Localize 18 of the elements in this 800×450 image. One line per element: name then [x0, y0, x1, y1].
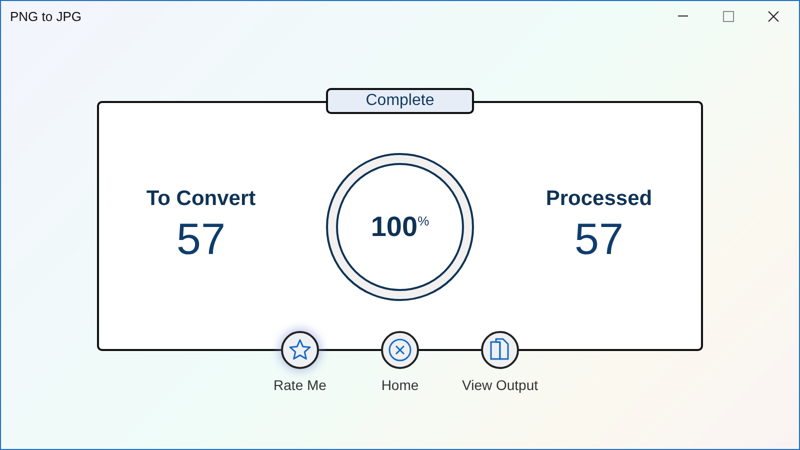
status-badge: Complete — [326, 88, 474, 114]
stat-value: 57 — [176, 215, 226, 265]
action-button[interactable] — [381, 331, 419, 369]
action-button[interactable] — [481, 331, 519, 369]
action-button[interactable] — [281, 331, 319, 369]
progress-percent: 100$^{%}$ — [370, 211, 430, 243]
close-icon — [388, 338, 412, 362]
action-label: Rate Me — [274, 377, 326, 393]
star-icon — [288, 338, 312, 362]
stat-label: Processed — [546, 187, 652, 211]
stat-label: To Convert — [146, 187, 256, 211]
copy-icon — [489, 338, 511, 362]
stat-value: 57 — [574, 215, 624, 265]
close-icon[interactable] — [768, 10, 779, 22]
action-label: View Output — [462, 377, 538, 393]
maximize-icon[interactable] — [723, 10, 734, 22]
action-label: Home — [381, 377, 419, 393]
window-title: PNG to JPG — [10, 8, 82, 24]
